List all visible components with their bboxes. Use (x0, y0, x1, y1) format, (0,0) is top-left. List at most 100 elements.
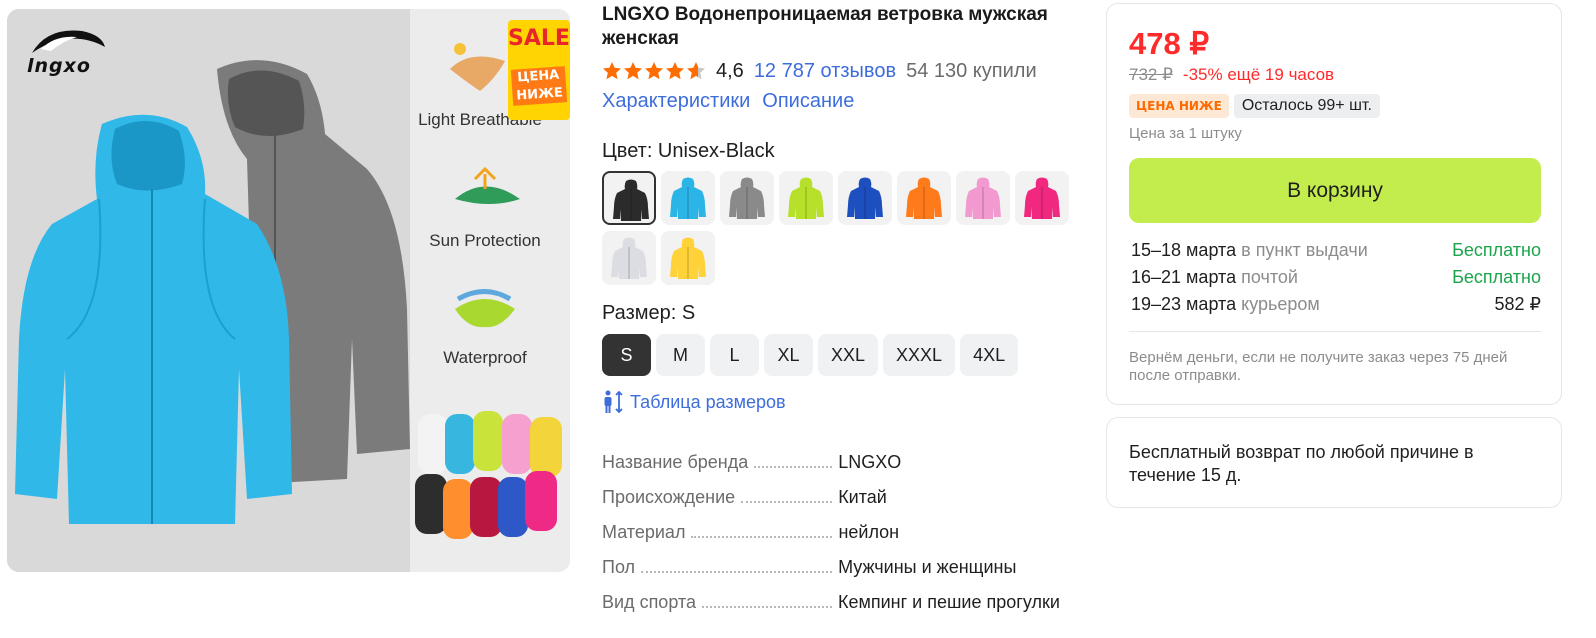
delivery-method: курьером (1241, 294, 1320, 314)
size-option-xxxl[interactable]: XXXL (883, 334, 956, 376)
description-link[interactable]: Описание (762, 90, 854, 113)
size-label: Размер: S (602, 302, 696, 324)
size-options: S M L XL XXL XXXL 4XL (602, 334, 1019, 376)
size-table-link[interactable]: Таблица размеров (602, 390, 786, 414)
spec-key: Материал (602, 522, 686, 542)
reviews-link[interactable]: 12 787 отзывов (754, 60, 896, 83)
star-icon (603, 62, 621, 80)
jacket-thumbnail-icon (965, 177, 1001, 219)
divider (1129, 331, 1541, 332)
delivery-options: 15–18 марта в пункт выдачи Бесплатно 16–21… (1131, 240, 1541, 321)
product-title: LNGXO Водонепроницаемая ветровка мужская… (602, 4, 1048, 49)
discount-timer: -35% ещё 19 часов (1182, 65, 1335, 84)
delivery-cost: 582 ₽ (1494, 294, 1542, 314)
breathable-icon (450, 43, 505, 91)
rating-stars (602, 61, 706, 81)
specs-list: Название бренда LNGXO Происхождение Китай Ма… (602, 452, 1080, 627)
current-price: 478 ₽ (1129, 26, 1210, 61)
buy-card: 478 ₽ 732 ₽ -35% ещё 19 часов ЦЕНА НИЖЕ … (1106, 3, 1562, 405)
add-to-cart-button[interactable]: В корзину (1129, 158, 1541, 223)
jacket-thumbnail-icon (670, 237, 706, 279)
stock-badge: Осталось 99+ шт. (1233, 94, 1380, 118)
sale-text: SALE (508, 26, 570, 51)
spec-value: LNGXO (838, 452, 902, 472)
spec-value: Мужчины и женщины (838, 557, 1017, 577)
jacket-thumbnail-icon (670, 177, 706, 219)
spec-row: Название бренда LNGXO (602, 452, 1080, 487)
color-swatch[interactable] (720, 171, 774, 225)
return-policy-card[interactable]: Бесплатный возврат по любой причине в те… (1106, 417, 1562, 508)
spec-dots (754, 466, 833, 468)
old-price: 732 ₽ (1129, 65, 1173, 84)
spec-key: Вид спорта (602, 592, 696, 612)
spec-dots (702, 606, 832, 608)
star-icon (687, 62, 705, 80)
color-swatch[interactable] (956, 171, 1010, 225)
brand-logo: lngxo (27, 25, 107, 77)
spec-dots (691, 536, 833, 538)
price-lower-badge: ЦЕНА НИЖЕ (1129, 94, 1229, 118)
star-icon (666, 62, 684, 80)
rating-value: 4,6 (716, 59, 744, 82)
unit-price-note: Цена за 1 штуку (1129, 125, 1242, 142)
sale-sticker: SALE ЦЕНА НИЖЕ (508, 20, 570, 120)
color-swatch[interactable] (897, 171, 951, 225)
size-option-xxl[interactable]: XXL (818, 334, 879, 376)
star-icon (624, 62, 642, 80)
size-chart-icon (604, 390, 623, 414)
delivery-date: 16–21 марта (1131, 267, 1237, 287)
spec-value: нейлон (838, 522, 900, 542)
feature-label-sun-protection: Sun Protection (429, 231, 541, 250)
waterproof-icon (455, 289, 515, 328)
jacket-thumbnail-icon (906, 177, 942, 219)
delivery-row: 15–18 марта в пункт выдачи Бесплатно (1131, 240, 1541, 267)
color-swatch[interactable] (838, 171, 892, 225)
color-swatch[interactable] (779, 171, 833, 225)
spec-dots (741, 501, 833, 503)
spec-key: Название бренда (602, 452, 749, 472)
brand-logo-icon (32, 30, 105, 53)
characteristics-link[interactable]: Характеристики (602, 90, 750, 113)
delivery-row: 16–21 марта почтой Бесплатно (1131, 267, 1541, 294)
delivery-method: почтой (1241, 267, 1298, 287)
color-label: Цвет: Unisex-Black (602, 140, 775, 162)
spec-key: Происхождение (602, 487, 736, 507)
spec-row: Материал нейлон (602, 522, 1080, 557)
size-option-s[interactable]: S (602, 334, 651, 376)
star-icon (645, 62, 663, 80)
delivery-method: в пункт выдачи (1241, 240, 1368, 260)
spec-row: Происхождение Китай (602, 487, 1080, 522)
feature-label-waterproof: Waterproof (443, 348, 527, 367)
product-image[interactable]: lngxo Light Breathable Sun Protection Wa… (7, 9, 570, 572)
delivery-row: 19–23 марта курьером 582 ₽ (1131, 294, 1541, 321)
delivery-cost: Бесплатно (1452, 267, 1541, 287)
bought-count: 54 130 купили (906, 59, 1037, 82)
return-policy-text: Бесплатный возврат по любой причине в те… (1129, 442, 1474, 485)
jacket-thumbnail-icon (611, 237, 647, 279)
spec-row: Пол Мужчины и женщины (602, 557, 1080, 592)
size-option-l[interactable]: L (710, 334, 759, 376)
color-swatch[interactable] (602, 171, 656, 225)
jacket-thumbnail-icon (613, 179, 649, 221)
color-swatch[interactable] (661, 231, 715, 285)
delivery-date: 19–23 марта (1131, 294, 1237, 314)
delivery-cost: Бесплатно (1452, 240, 1541, 260)
old-price-row: 732 ₽ -35% ещё 19 часов (1129, 65, 1334, 85)
product-photo-jackets (7, 9, 410, 572)
delivery-date: 15–18 марта (1131, 240, 1237, 260)
jacket-thumbnail-icon (847, 177, 883, 219)
spec-value: Кемпинг и пешие прогулки (838, 592, 1060, 612)
price-lower-text: ЦЕНА НИЖЕ (510, 66, 568, 106)
badges: ЦЕНА НИЖЕ Осталось 99+ шт. (1129, 94, 1380, 118)
section-links: Характеристики Описание (602, 90, 854, 113)
color-swatch[interactable] (602, 231, 656, 285)
size-option-4xl[interactable]: 4XL (960, 334, 1019, 376)
size-option-xl[interactable]: XL (764, 334, 813, 376)
color-swatch[interactable] (661, 171, 715, 225)
spec-row: Вид спорта Кемпинг и пешие прогулки (602, 592, 1080, 627)
color-swatch[interactable] (1015, 171, 1069, 225)
brand-logo-text: lngxo (27, 55, 91, 77)
size-option-m[interactable]: M (656, 334, 705, 376)
refund-note: Вернём деньги, если не получите заказ че… (1129, 349, 1508, 384)
spec-key: Пол (602, 557, 636, 577)
